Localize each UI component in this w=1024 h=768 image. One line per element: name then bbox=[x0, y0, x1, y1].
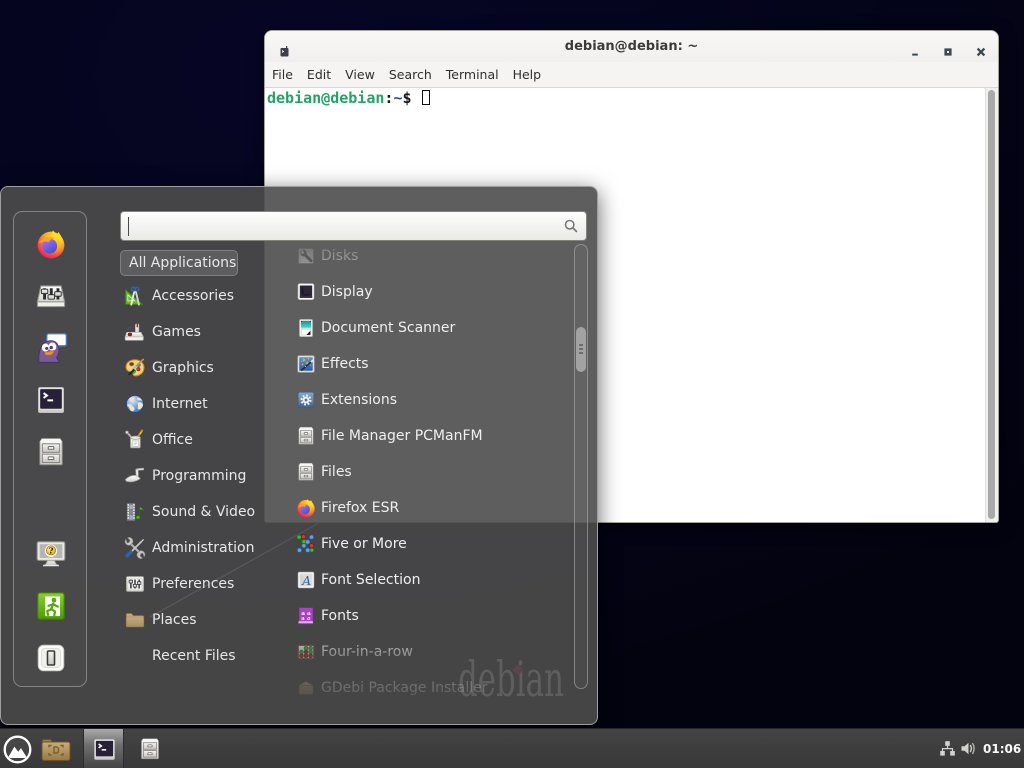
terminal-menu-item[interactable]: Help bbox=[506, 62, 549, 88]
category-item[interactable]: Administration bbox=[120, 530, 296, 566]
taskbar-menu-button[interactable] bbox=[2, 734, 33, 765]
app-item[interactable]: Files bbox=[293, 454, 571, 490]
terminal-menu-item[interactable]: File bbox=[265, 62, 300, 88]
terminal-menu-item[interactable]: Terminal bbox=[439, 62, 506, 88]
category-item[interactable]: Games bbox=[120, 314, 296, 350]
close-button[interactable] bbox=[975, 43, 987, 55]
category-item[interactable]: Graphics bbox=[120, 350, 296, 386]
volume-tray-icon[interactable] bbox=[960, 740, 977, 757]
app-item[interactable]: Extensions bbox=[293, 382, 571, 418]
maximize-button[interactable] bbox=[942, 43, 954, 55]
category-item[interactable]: Sound & Video bbox=[120, 494, 296, 530]
category-item[interactable]: Programming bbox=[120, 458, 296, 494]
prompt-user-host: debian@debian bbox=[267, 89, 384, 107]
terminal-title: debian@debian: ~ bbox=[265, 31, 998, 63]
terminal-titlebar[interactable]: debian@debian: ~ bbox=[265, 31, 998, 62]
favorite-file-manager[interactable] bbox=[34, 435, 68, 469]
category-item[interactable]: Preferences bbox=[120, 566, 296, 602]
taskbar: 01:06 bbox=[0, 728, 1024, 768]
category-item[interactable]: Places bbox=[120, 602, 296, 638]
terminal-menu-item[interactable]: View bbox=[338, 62, 382, 88]
app-item[interactable]: Five or More bbox=[293, 526, 571, 562]
favorite-terminal[interactable] bbox=[34, 383, 68, 417]
desktop: debian debian@debian: ~ FileEditViewSear… bbox=[0, 0, 1024, 768]
app-item[interactable]: Disks bbox=[293, 238, 571, 274]
taskbar-terminal-window-button[interactable] bbox=[83, 729, 124, 768]
terminal-prompt: debian@debian:~$ bbox=[267, 89, 430, 107]
menu-favorites-panel bbox=[13, 211, 87, 687]
taskbar-clock[interactable]: 01:06 bbox=[983, 729, 1021, 768]
app-item[interactable]: Four-in-a-row bbox=[293, 634, 571, 670]
minimize-button[interactable] bbox=[909, 43, 921, 55]
app-item[interactable]: File Manager PCManFM bbox=[293, 418, 571, 454]
category-item[interactable]: Accessories bbox=[120, 278, 296, 314]
session-logout[interactable] bbox=[34, 589, 68, 623]
category-item[interactable]: Internet bbox=[120, 386, 296, 422]
app-item[interactable]: GDebi Package Installer bbox=[293, 670, 571, 706]
taskbar-files-launcher[interactable] bbox=[40, 736, 72, 763]
app-item[interactable]: Firefox ESR bbox=[293, 490, 571, 526]
network-tray-icon[interactable] bbox=[939, 740, 956, 757]
terminal-cursor bbox=[422, 90, 430, 105]
favorite-pidgin[interactable] bbox=[34, 331, 68, 365]
application-menu: All Applications Accessories Games Graph… bbox=[0, 186, 598, 725]
terminal-menu-item[interactable]: Search bbox=[382, 62, 439, 88]
search-icon bbox=[563, 218, 579, 238]
app-item[interactable]: Font Selection bbox=[293, 562, 571, 598]
terminal-menubar: FileEditViewSearchTerminalHelp bbox=[265, 62, 998, 88]
favorite-firefox[interactable] bbox=[34, 227, 68, 261]
terminal-menu-item[interactable]: Edit bbox=[300, 62, 338, 88]
menu-categories: All Applications Accessories Games Graph… bbox=[120, 248, 296, 674]
session-lock-screen[interactable] bbox=[34, 537, 68, 571]
menu-search-input[interactable] bbox=[120, 211, 587, 241]
favorite-settings-mixer[interactable] bbox=[34, 279, 68, 313]
category-item[interactable]: Office bbox=[120, 422, 296, 458]
app-item[interactable]: Display bbox=[293, 274, 571, 310]
menu-scrollbar[interactable] bbox=[574, 244, 588, 689]
category-item[interactable]: All Applications bbox=[120, 250, 238, 276]
menu-app-list: Disks Display Document Scanner Effects E… bbox=[293, 238, 571, 706]
taskbar-filemanager-launcher[interactable] bbox=[137, 735, 163, 763]
app-item[interactable]: Fonts bbox=[293, 598, 571, 634]
app-item[interactable]: Effects bbox=[293, 346, 571, 382]
app-item[interactable]: Document Scanner bbox=[293, 310, 571, 346]
terminal-scrollbar-thumb[interactable] bbox=[988, 90, 995, 519]
menu-scrollbar-thumb[interactable] bbox=[576, 327, 586, 372]
terminal-scrollbar[interactable] bbox=[985, 88, 998, 522]
session-shutdown[interactable] bbox=[34, 641, 68, 675]
search-caret bbox=[128, 217, 129, 236]
category-item[interactable]: Recent Files bbox=[120, 638, 296, 674]
